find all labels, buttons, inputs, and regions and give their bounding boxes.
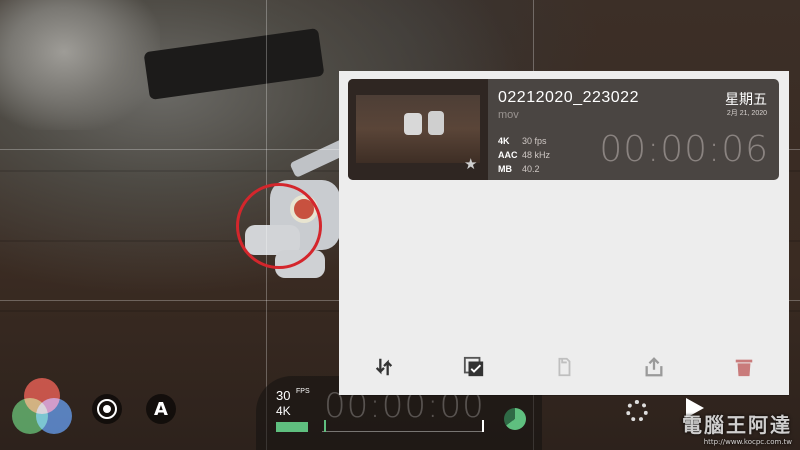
clipboard-icon [558, 357, 571, 377]
clip-filename: 02212020_223022 [498, 89, 639, 106]
spec-row: 4K 30 fps [498, 136, 547, 146]
focus-reticle[interactable] [236, 183, 322, 269]
focus-mode-button[interactable] [92, 394, 122, 424]
spec-row: AAC 48 kHz [498, 150, 551, 160]
share-button[interactable] [609, 339, 699, 395]
delete-button[interactable] [699, 339, 789, 395]
clip-card[interactable]: ★ 02212020_223022 mov 星期五 2月 21, 2020 4K… [348, 79, 779, 180]
share-icon [645, 357, 663, 377]
background-object [0, 0, 160, 130]
track-end-tick [482, 420, 484, 432]
library-toolbar [339, 339, 789, 395]
fps-unit: FPS [296, 388, 310, 395]
watermark-logo: 電腦王阿達 http://www.kocpc.com.tw [682, 413, 792, 446]
media-library-panel: ★ 02212020_223022 mov 星期五 2月 21, 2020 4K… [339, 71, 789, 396]
star-icon[interactable]: ★ [464, 155, 477, 173]
track-start-tick [324, 420, 326, 432]
transfer-button[interactable] [339, 339, 429, 395]
copy-button[interactable] [519, 339, 609, 395]
color-adjust-dial[interactable] [12, 378, 72, 440]
transfer-icon [375, 358, 393, 376]
spec-row: MB 40.2 [498, 164, 540, 174]
clip-weekday: 星期五 [725, 92, 767, 108]
power-adapter-object [143, 27, 325, 101]
auto-exposure-button[interactable]: A [146, 394, 176, 424]
clip-extension: mov [498, 109, 519, 121]
trash-icon [735, 359, 753, 377]
select-all-button[interactable] [429, 339, 519, 395]
storage-pie-icon [504, 408, 526, 430]
panel-divider [339, 395, 789, 396]
clip-date: 2月 21, 2020 [726, 110, 767, 117]
clip-thumbnail[interactable]: ★ [348, 79, 488, 180]
gear-icon[interactable] [626, 400, 648, 422]
clip-duration: 00:00:06 [599, 129, 769, 170]
clip-specs: 4K 30 fps AAC 48 kHz MB 40.2 [498, 134, 550, 176]
thumbnail-image [356, 95, 480, 163]
resolution-label: 4K [276, 404, 291, 418]
storage-track [322, 422, 482, 432]
audio-level-meter [276, 422, 308, 432]
select-all-icon [463, 356, 484, 377]
focus-target-icon [97, 399, 117, 419]
fps-value: 30 [276, 388, 291, 403]
